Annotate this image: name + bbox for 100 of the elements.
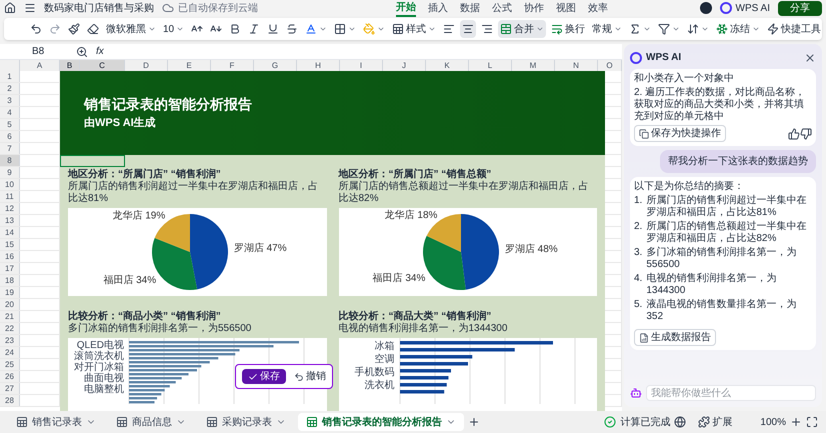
- sheet-icon: [206, 416, 218, 428]
- cell-reference[interactable]: B8: [8, 44, 68, 59]
- row-header[interactable]: 26: [0, 371, 20, 382]
- menu-icon: [24, 2, 36, 14]
- sheet-icon: [306, 416, 318, 428]
- wrap-button[interactable]: 换行: [549, 20, 588, 38]
- row-header[interactable]: 1: [0, 71, 20, 82]
- row-header[interactable]: 7: [0, 143, 20, 154]
- puzzle-icon: [698, 416, 710, 428]
- column-header[interactable]: B: [60, 60, 80, 71]
- bar: [129, 373, 188, 376]
- summary-item: 所属门店的销售利润超过一半集中在罗湖店和福田店，占比达81%: [646, 195, 808, 219]
- check-icon: [248, 372, 258, 382]
- pie-label: 龙华店 19%: [112, 210, 166, 222]
- sheet-tab[interactable]: 商品信息: [108, 413, 194, 431]
- row-header[interactable]: 17: [0, 263, 20, 274]
- chart-icon: [639, 332, 649, 342]
- column-header[interactable]: C: [80, 60, 125, 71]
- generate-report-button[interactable]: 生成数据报告: [634, 329, 716, 346]
- bar: [400, 376, 448, 380]
- fill-color-icon: [363, 23, 376, 35]
- list-number: 1.: [634, 195, 642, 208]
- section-heading: 地区分析：“所属门店” “销售总额”: [338, 169, 492, 180]
- menu-tab[interactable]: 数据: [460, 0, 480, 16]
- section-heading: 比较分析：“商品小类” “销售利润”: [68, 311, 222, 322]
- quick-tools-button[interactable]: 快捷工具: [765, 20, 822, 38]
- row-header[interactable]: 6: [0, 131, 20, 142]
- row-header[interactable]: 14: [0, 227, 20, 238]
- lightning-icon: [767, 23, 780, 35]
- sheet-tab[interactable]: 采购记录表: [198, 413, 294, 431]
- row-header[interactable]: 4: [0, 107, 20, 118]
- menu-tab[interactable]: 公式: [492, 0, 512, 16]
- bar-label: 冰箱: [374, 340, 394, 353]
- globe-icon: [674, 416, 686, 428]
- row-header[interactable]: 18: [0, 275, 20, 286]
- row-header[interactable]: 3: [0, 95, 20, 106]
- bar: [129, 385, 170, 388]
- bar: [129, 401, 154, 404]
- bar: [400, 383, 446, 386]
- wrap-text-icon: [551, 23, 564, 35]
- row-header[interactable]: 22: [0, 323, 20, 334]
- home-icon: [4, 2, 16, 14]
- row-header[interactable]: 11: [0, 191, 20, 202]
- font-size-select[interactable]: 10: [161, 20, 186, 38]
- row-header[interactable]: 8: [0, 155, 20, 166]
- style-button[interactable]: 样式: [390, 20, 438, 38]
- avatar[interactable]: [700, 2, 712, 14]
- row-header[interactable]: 21: [0, 311, 20, 322]
- save-button[interactable]: 保存: [242, 369, 286, 384]
- caret-icon: [614, 25, 622, 33]
- font-select[interactable]: 微软雅黑: [104, 20, 158, 38]
- robot-icon: [630, 387, 642, 399]
- report-title: 销售记录表的智能分析报告: [84, 95, 253, 114]
- align-center-button[interactable]: [460, 20, 476, 38]
- eraser-icon: [87, 23, 99, 35]
- menu-tab[interactable]: 效率: [588, 0, 608, 16]
- message-text: 2. 遍历工作表的数据，对比商品名称，获取对应的商品大类和小类，并将其填充到对应的单元格中: [634, 87, 806, 123]
- summary-item: 多门冰箱的销售利润排名第一，为556500: [646, 247, 798, 271]
- row-header[interactable]: 24: [0, 347, 20, 358]
- bar-label: 曲面电视: [84, 373, 124, 384]
- chat-input[interactable]: 我能帮你做些什么: [646, 385, 816, 401]
- section-heading: 比较分析：“商品大类” “销售利润”: [338, 311, 492, 322]
- row-header[interactable]: 2: [0, 83, 20, 94]
- row-header[interactable]: 9: [0, 167, 20, 178]
- bar-label: 洗衣机: [364, 379, 394, 392]
- row-header[interactable]: 20: [0, 299, 20, 310]
- row-header[interactable]: 12: [0, 203, 20, 214]
- row-header[interactable]: 28: [0, 395, 20, 406]
- function-label[interactable]: fx: [96, 44, 104, 59]
- thumbs-up-icon: [788, 128, 800, 140]
- row-header[interactable]: 10: [0, 179, 20, 190]
- menu-tab[interactable]: 插入: [428, 0, 448, 16]
- caret-icon: [752, 25, 760, 33]
- sheet-tab[interactable]: 销售记录表的智能分析报告: [298, 413, 464, 431]
- bar-label: 电脑整机: [84, 384, 124, 395]
- freeze-button[interactable]: 冻结: [714, 20, 762, 38]
- row-header[interactable]: 19: [0, 287, 20, 298]
- summary-intro: 以下是为你总结的摘要：: [634, 181, 745, 193]
- share-button[interactable]: 分享: [778, 0, 822, 16]
- menu-tab[interactable]: 视图: [556, 0, 576, 16]
- merge-button[interactable]: 合并: [498, 20, 546, 38]
- calc-status: 计算已完成: [620, 416, 670, 430]
- underline-icon: [267, 23, 280, 35]
- extensions-button[interactable]: 扩展: [698, 414, 732, 430]
- undo-button[interactable]: 撤销: [294, 369, 326, 384]
- menu-tab[interactable]: 协作: [524, 0, 544, 16]
- row-header[interactable]: 23: [0, 335, 20, 346]
- row-header[interactable]: 5: [0, 119, 20, 130]
- pie-label: 龙华店 18%: [384, 210, 437, 221]
- row-header[interactable]: 25: [0, 359, 20, 370]
- row-header[interactable]: 13: [0, 215, 20, 226]
- sheet-tab[interactable]: 销售记录表: [8, 413, 104, 431]
- caret-icon: [176, 25, 184, 33]
- save-action-button[interactable]: 保存为快捷操作: [634, 125, 726, 142]
- undo-icon: [30, 23, 42, 35]
- row-header[interactable]: 27: [0, 383, 20, 394]
- ai-button[interactable]: WPS AI: [720, 0, 770, 16]
- row-header[interactable]: 16: [0, 251, 20, 262]
- number-format-select[interactable]: 常规: [590, 20, 624, 38]
- row-header[interactable]: 15: [0, 239, 20, 250]
